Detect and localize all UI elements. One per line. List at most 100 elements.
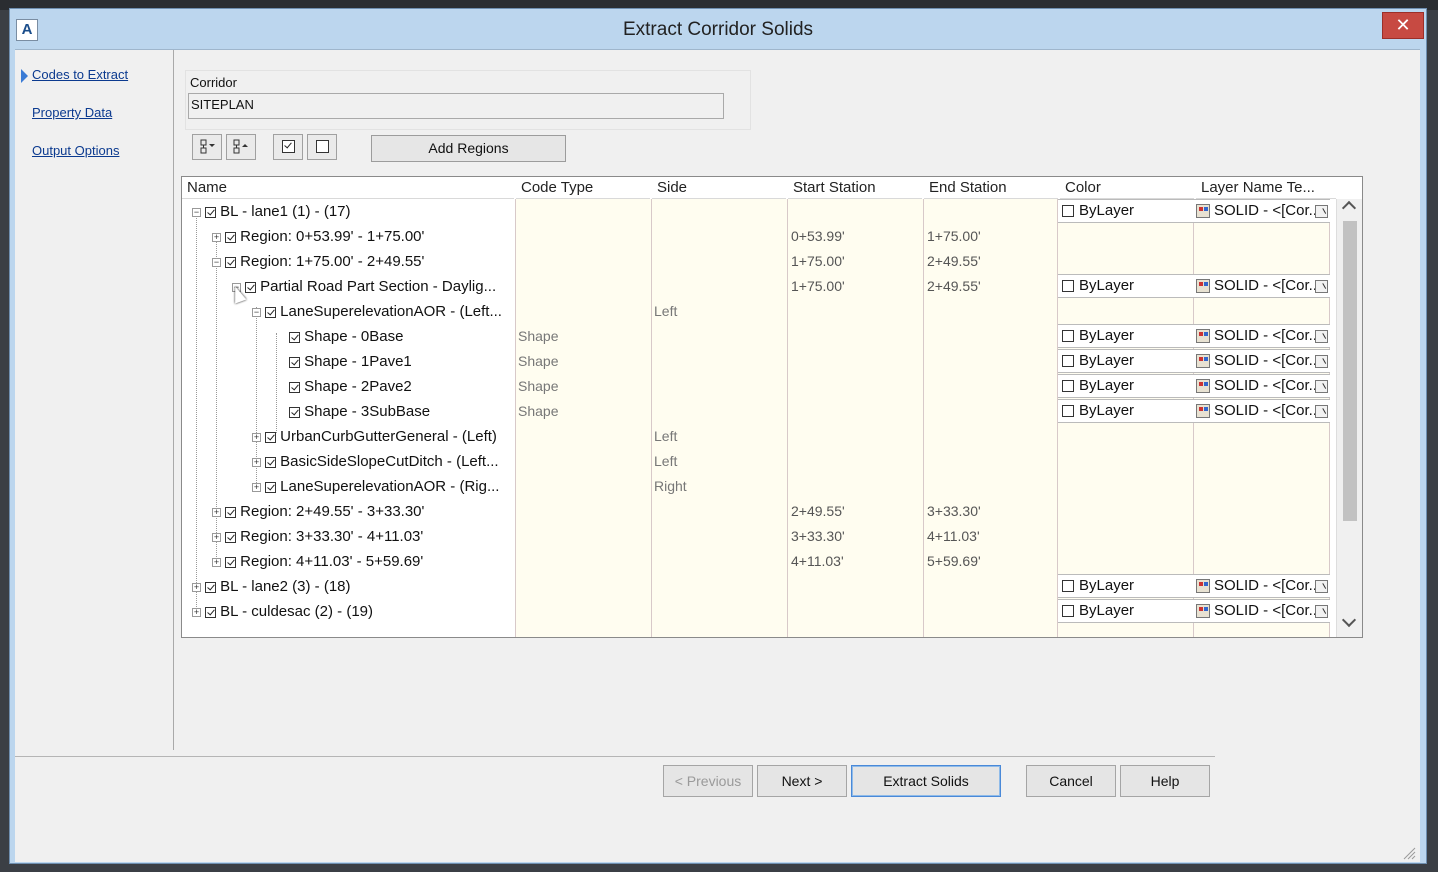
col-header-start-station[interactable]: Start Station xyxy=(788,177,922,199)
color-cell[interactable]: ByLayer xyxy=(1058,399,1194,423)
row-checkbox[interactable] xyxy=(289,356,300,368)
row-checkbox[interactable] xyxy=(289,331,300,343)
row-checkbox[interactable] xyxy=(245,281,256,293)
expand-icon[interactable]: + xyxy=(212,232,221,242)
end-station-cell: 5+59.69' xyxy=(927,553,981,569)
tree-row[interactable]: + Region: 4+11.03' - 5+59.69' xyxy=(212,549,423,574)
tree-row[interactable]: + UrbanCurbGutterGeneral - (Left) xyxy=(252,424,497,449)
tree-row[interactable]: − Region: 1+75.00' - 2+49.55' xyxy=(212,249,424,274)
layer-cell[interactable]: SOLID - <[Cor... xyxy=(1194,374,1330,398)
resize-grip-icon[interactable] xyxy=(1402,846,1416,860)
uncheck-all-button[interactable] xyxy=(307,134,337,160)
col-header-color[interactable]: Color xyxy=(1060,177,1194,199)
vertical-scrollbar[interactable] xyxy=(1336,199,1362,637)
next-button[interactable]: Next > xyxy=(757,765,847,797)
row-checkbox[interactable] xyxy=(265,431,276,443)
check-all-button[interactable] xyxy=(273,134,303,160)
layer-cell[interactable]: SOLID - <[Cor... xyxy=(1194,574,1330,598)
row-checkbox[interactable] xyxy=(289,406,300,418)
previous-button[interactable]: < Previous xyxy=(663,765,753,797)
color-cell[interactable]: ByLayer xyxy=(1058,374,1194,398)
edit-layer-icon[interactable] xyxy=(1315,355,1328,368)
tree-row[interactable]: + BL - culdesac (2) - (19) xyxy=(192,599,373,624)
add-regions-button[interactable]: Add Regions xyxy=(371,135,566,162)
nav-codes-to-extract[interactable]: Codes to Extract xyxy=(32,67,128,82)
expand-all-button[interactable] xyxy=(192,134,222,160)
tree-row[interactable]: Shape - 2Pave2 xyxy=(289,374,412,399)
color-cell[interactable]: ByLayer xyxy=(1058,349,1194,373)
collapse-icon[interactable]: − xyxy=(192,207,201,217)
edit-layer-icon[interactable] xyxy=(1315,605,1328,618)
row-checkbox[interactable] xyxy=(265,456,276,468)
color-cell[interactable]: ByLayer xyxy=(1058,599,1194,623)
expand-icon[interactable]: + xyxy=(212,557,221,567)
tree-row[interactable]: + Region: 0+53.99' - 1+75.00' xyxy=(212,224,424,249)
color-cell[interactable]: ByLayer xyxy=(1058,274,1194,298)
edit-layer-icon[interactable] xyxy=(1315,405,1328,418)
nav-output-options[interactable]: Output Options xyxy=(32,143,119,158)
color-cell[interactable]: ByLayer xyxy=(1058,199,1194,223)
row-checkbox[interactable] xyxy=(225,506,236,518)
row-checkbox[interactable] xyxy=(289,381,300,393)
col-header-side[interactable]: Side xyxy=(652,177,786,199)
collapse-icon[interactable]: − xyxy=(252,307,261,317)
expand-icon[interactable]: + xyxy=(212,532,221,542)
cancel-button[interactable]: Cancel xyxy=(1026,765,1116,797)
tree-row[interactable]: + BasicSideSlopeCutDitch - (Left... xyxy=(252,449,499,474)
row-checkbox[interactable] xyxy=(225,231,236,243)
expand-icon[interactable]: + xyxy=(252,432,261,442)
help-button[interactable]: Help xyxy=(1120,765,1210,797)
tree-row[interactable]: + Region: 2+49.55' - 3+33.30' xyxy=(212,499,424,524)
tree-row[interactable]: − BL - lane1 (1) - (17) xyxy=(192,199,351,224)
color-cell[interactable]: ByLayer xyxy=(1058,574,1194,598)
col-header-end-station[interactable]: End Station xyxy=(924,177,1058,199)
tree-row[interactable]: + Region: 3+33.30' - 4+11.03' xyxy=(212,524,423,549)
row-checkbox[interactable] xyxy=(265,481,276,493)
corridor-field[interactable]: SITEPLAN xyxy=(188,93,724,119)
layer-cell[interactable]: SOLID - <[Cor... xyxy=(1194,274,1330,298)
codes-grid: Name Code Type Side Start Station End St… xyxy=(181,176,1363,638)
row-checkbox[interactable] xyxy=(225,256,236,268)
layer-cell[interactable]: SOLID - <[Cor... xyxy=(1194,399,1330,423)
tree-row[interactable]: + BL - lane2 (3) - (18) xyxy=(192,574,351,599)
scroll-down-icon[interactable] xyxy=(1341,612,1357,628)
row-checkbox[interactable] xyxy=(205,581,216,593)
collapse-all-button[interactable] xyxy=(226,134,256,160)
edit-layer-icon[interactable] xyxy=(1315,280,1328,293)
expand-icon[interactable]: + xyxy=(192,582,201,592)
tree-row[interactable]: Shape - 1Pave1 xyxy=(289,349,412,374)
edit-layer-icon[interactable] xyxy=(1315,380,1328,393)
start-station-cell: 1+75.00' xyxy=(791,253,845,269)
tree-row[interactable]: − LaneSuperelevationAOR - (Left... xyxy=(252,299,502,324)
expand-icon[interactable]: + xyxy=(212,507,221,517)
layer-cell[interactable]: SOLID - <[Cor... xyxy=(1194,324,1330,348)
col-header-layer-name[interactable]: Layer Name Te... xyxy=(1196,177,1336,199)
collapse-icon[interactable]: − xyxy=(212,257,221,267)
color-cell[interactable]: ByLayer xyxy=(1058,324,1194,348)
expand-icon[interactable]: + xyxy=(192,607,201,617)
scroll-thumb[interactable] xyxy=(1343,221,1357,521)
tree-row[interactable]: Shape - 3SubBase xyxy=(289,399,430,424)
col-header-name[interactable]: Name xyxy=(182,177,514,199)
extract-solids-button[interactable]: Extract Solids xyxy=(851,765,1001,797)
row-checkbox[interactable] xyxy=(265,306,276,318)
row-checkbox[interactable] xyxy=(205,206,216,218)
layer-cell[interactable]: SOLID - <[Cor... xyxy=(1194,349,1330,373)
row-checkbox[interactable] xyxy=(225,531,236,543)
tree-row[interactable]: + LaneSuperelevationAOR - (Rig... xyxy=(252,474,499,499)
layer-cell[interactable]: SOLID - <[Cor... xyxy=(1194,199,1330,223)
row-checkbox[interactable] xyxy=(205,606,216,618)
tree-row[interactable]: − Partial Road Part Section - Daylig... xyxy=(232,274,496,299)
edit-layer-icon[interactable] xyxy=(1315,330,1328,343)
tree-row[interactable]: Shape - 0Base xyxy=(289,324,403,349)
expand-icon[interactable]: + xyxy=(252,457,261,467)
edit-layer-icon[interactable] xyxy=(1315,205,1328,218)
scroll-up-icon[interactable] xyxy=(1341,200,1357,216)
expand-icon[interactable]: + xyxy=(252,482,261,492)
col-header-code-type[interactable]: Code Type xyxy=(516,177,650,199)
edit-layer-icon[interactable] xyxy=(1315,580,1328,593)
close-button[interactable]: ✕ xyxy=(1382,12,1424,39)
nav-property-data[interactable]: Property Data xyxy=(32,105,112,120)
row-checkbox[interactable] xyxy=(225,556,236,568)
layer-cell[interactable]: SOLID - <[Cor... xyxy=(1194,599,1330,623)
